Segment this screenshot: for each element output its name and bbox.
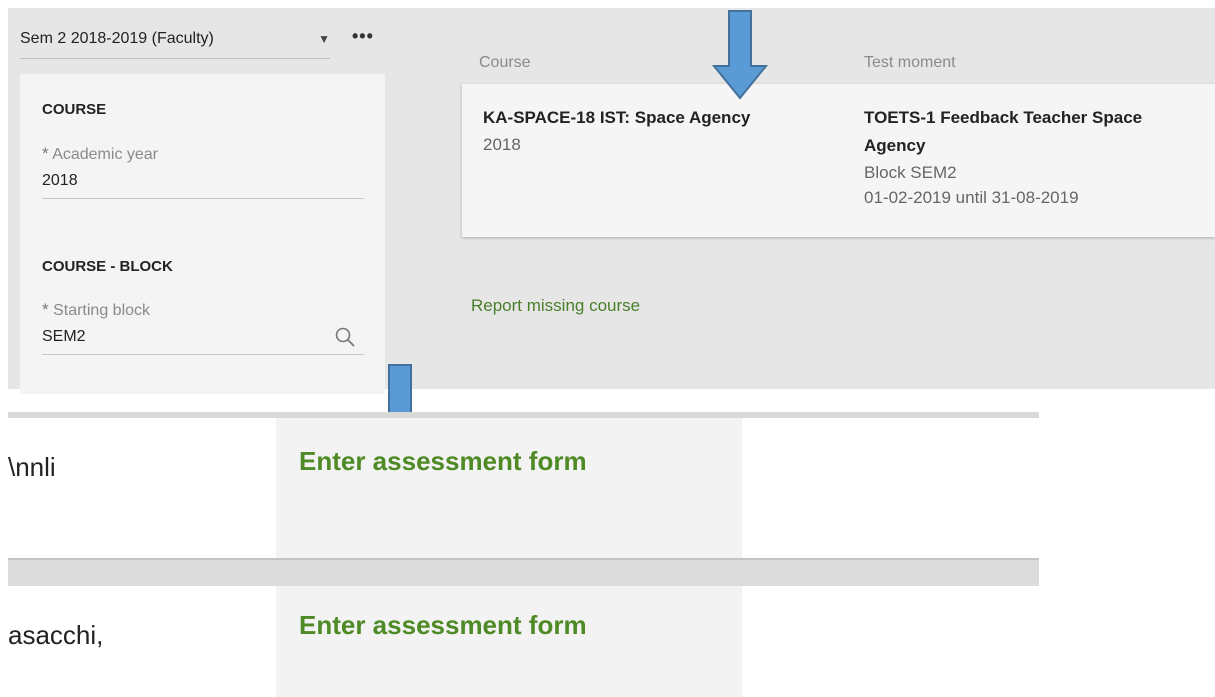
down-arrow-icon <box>712 10 768 100</box>
report-missing-course-link[interactable]: Report missing course <box>471 296 640 316</box>
dropdown-caret-icon: ▼ <box>318 32 330 46</box>
search-icon[interactable] <box>334 326 356 348</box>
course-section-heading: COURSE <box>42 101 107 118</box>
row-divider <box>8 558 1039 586</box>
enter-assessment-form-link[interactable]: Enter assessment form <box>299 446 587 477</box>
academic-year-value: 2018 <box>42 172 78 189</box>
row-action-cell <box>276 586 742 697</box>
student-name: asacchi, <box>8 620 104 650</box>
course-block-section-heading: COURSE - BLOCK <box>42 258 173 275</box>
academic-year-label: * Academic year <box>42 144 159 163</box>
column-header-test-moment: Test moment <box>864 54 956 71</box>
filter-card: COURSE * Academic year 2018 COURSE - BLO… <box>20 74 385 394</box>
term-select[interactable]: Sem 2 2018-2019 (Faculty) ▼ <box>20 30 330 59</box>
term-select-value: Sem 2 2018-2019 (Faculty) <box>20 30 214 47</box>
starting-block-field[interactable]: SEM2 <box>42 326 364 355</box>
row-action-cell <box>276 418 742 558</box>
course-year: 2018 <box>483 135 521 154</box>
course-selection-panel: Sem 2 2018-2019 (Faculty) ▼ ••• COURSE *… <box>8 8 1215 394</box>
starting-block-label: * Starting block <box>42 300 151 319</box>
test-moment-period: 01-02-2019 until 31-08-2019 <box>864 188 1079 207</box>
column-header-course: Course <box>479 54 531 71</box>
test-moment-title-line2: Agency <box>864 136 926 155</box>
test-moment-title-line1: TOETS-1 Feedback Teacher Space <box>864 108 1143 127</box>
student-name: \nnli <box>8 452 56 482</box>
starting-block-value: SEM2 <box>42 328 86 345</box>
academic-year-field[interactable]: 2018 <box>42 172 364 199</box>
enter-assessment-form-link[interactable]: Enter assessment form <box>299 610 587 641</box>
test-moment-block: Block SEM2 <box>864 163 957 182</box>
course-result-card[interactable]: KA-SPACE-18 IST: Space Agency 2018 TOETS… <box>462 84 1215 237</box>
more-icon[interactable]: ••• <box>352 26 374 47</box>
course-title: KA-SPACE-18 IST: Space Agency <box>483 108 751 127</box>
